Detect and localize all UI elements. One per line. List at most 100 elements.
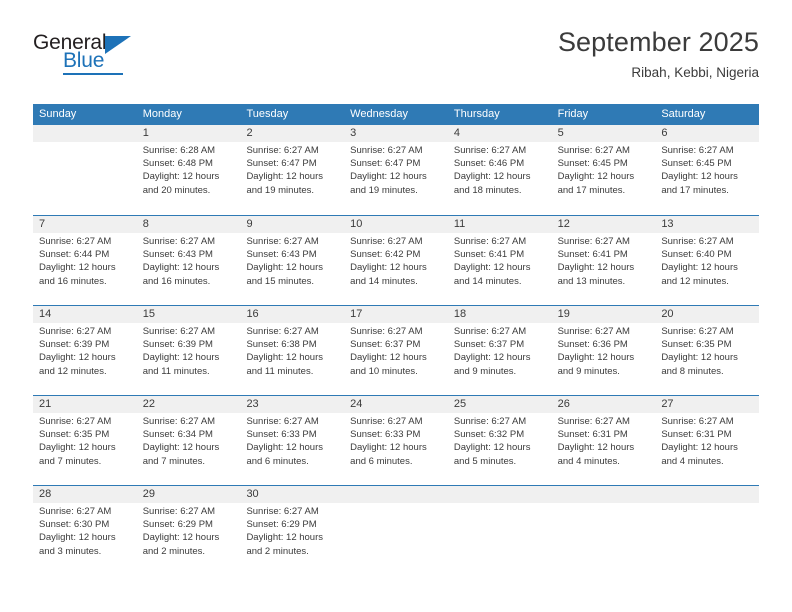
day-info-line: and 19 minutes. xyxy=(246,184,315,196)
day-info-line: Sunrise: 6:27 AM xyxy=(39,506,112,517)
day-number: 14 xyxy=(39,308,52,320)
day-info-line: Daylight: 12 hours xyxy=(39,262,116,274)
day-sun-info: Sunrise: 6:27 AM Sunset: 6:47 PM Daylight:… xyxy=(350,144,445,197)
day-info-line: Daylight: 12 hours xyxy=(142,262,220,274)
day-sun-info: Sunrise: 6:27 AM Sunset: 6:43 PM Daylight:… xyxy=(143,235,238,288)
day-info-line: Daylight: 12 hours xyxy=(246,171,324,183)
calendar-day-cell[interactable]: 30 Sunrise: 6:27 AM Sunset: 6:29 PM Dayligh… xyxy=(240,486,344,571)
weekday-header-sunday: Sunday xyxy=(39,108,77,120)
calendar-day-cell[interactable]: 22 Sunrise: 6:27 AM Sunset: 6:34 PM Dayligh… xyxy=(137,396,241,485)
day-info-line: and 20 minutes. xyxy=(142,184,211,196)
day-sun-info: Sunrise: 6:27 AM Sunset: 6:38 PM Daylight:… xyxy=(246,325,341,378)
day-info-line: Daylight: 12 hours xyxy=(142,442,220,454)
day-sun-info: Sunrise: 6:27 AM Sunset: 6:29 PM Daylight:… xyxy=(143,505,238,558)
day-info-line: Sunrise: 6:27 AM xyxy=(246,236,319,247)
day-number: 13 xyxy=(661,218,674,230)
calendar-day-cell-empty xyxy=(33,125,137,215)
day-info-line: Sunrise: 6:27 AM xyxy=(246,145,319,156)
calendar-day-cell[interactable]: 27 Sunrise: 6:27 AM Sunset: 6:31 PM Dayligh… xyxy=(655,396,759,485)
calendar-day-cell[interactable]: 18 Sunrise: 6:27 AM Sunset: 6:37 PM Dayligh… xyxy=(448,306,552,395)
day-info-line: Daylight: 12 hours xyxy=(39,352,116,364)
day-info-line: and 18 minutes. xyxy=(453,184,522,196)
day-info-line: Sunrise: 6:27 AM xyxy=(246,506,319,517)
day-sun-info: Sunrise: 6:27 AM Sunset: 6:35 PM Daylight:… xyxy=(661,325,756,378)
calendar-day-cell[interactable]: 1 Sunrise: 6:28 AM Sunset: 6:48 PM Daylight… xyxy=(137,125,241,215)
day-info-line: Daylight: 12 hours xyxy=(246,352,324,364)
day-info-line: Daylight: 12 hours xyxy=(557,352,635,364)
day-info-line: Sunset: 6:36 PM xyxy=(557,339,628,351)
calendar-day-cell[interactable]: 26 Sunrise: 6:27 AM Sunset: 6:31 PM Dayligh… xyxy=(552,396,656,485)
calendar-day-cell[interactable]: 21 Sunrise: 6:27 AM Sunset: 6:35 PM Dayligh… xyxy=(33,396,137,485)
day-info-line: and 7 minutes. xyxy=(142,455,206,467)
calendar-week-row: 7 Sunrise: 6:27 AM Sunset: 6:44 PM Daylight… xyxy=(33,215,759,305)
calendar-day-cell[interactable]: 29 Sunrise: 6:27 AM Sunset: 6:29 PM Dayligh… xyxy=(137,486,241,571)
day-info-line: Daylight: 12 hours xyxy=(350,262,427,274)
day-info-line: and 9 minutes. xyxy=(557,365,620,377)
day-sun-info: Sunrise: 6:27 AM Sunset: 6:40 PM Daylight:… xyxy=(661,235,756,288)
day-sun-info: Sunrise: 6:27 AM Sunset: 6:43 PM Daylight:… xyxy=(246,235,341,288)
day-number: 11 xyxy=(453,218,466,230)
day-info-line: Sunrise: 6:27 AM xyxy=(661,326,734,337)
day-info-line: Daylight: 12 hours xyxy=(39,442,116,454)
day-info-line: Sunset: 6:47 PM xyxy=(246,158,317,170)
day-info-line: Sunset: 6:29 PM xyxy=(142,519,213,531)
day-info-line: Sunrise: 6:27 AM xyxy=(350,326,423,337)
calendar-day-cell[interactable]: 4 Sunrise: 6:27 AM Sunset: 6:46 PM Daylight… xyxy=(448,125,552,215)
calendar-day-cell[interactable]: 5 Sunrise: 6:27 AM Sunset: 6:45 PM Daylight… xyxy=(552,125,656,215)
day-info-line: Sunset: 6:34 PM xyxy=(142,429,213,441)
calendar-day-cell-empty xyxy=(655,486,759,571)
day-number: 27 xyxy=(661,398,674,410)
day-info-line: Sunrise: 6:27 AM xyxy=(661,236,734,247)
day-info-line: Daylight: 12 hours xyxy=(142,532,220,544)
weekday-header-thursday: Thursday xyxy=(453,108,500,120)
day-info-line: and 11 minutes. xyxy=(246,365,314,377)
day-info-line: and 7 minutes. xyxy=(39,455,102,467)
day-info-line: Sunset: 6:41 PM xyxy=(557,249,628,261)
calendar-day-cell[interactable]: 24 Sunrise: 6:27 AM Sunset: 6:33 PM Dayligh… xyxy=(344,396,448,485)
calendar-day-cell[interactable]: 3 Sunrise: 6:27 AM Sunset: 6:47 PM Daylight… xyxy=(344,125,448,215)
calendar-day-cell[interactable]: 20 Sunrise: 6:27 AM Sunset: 6:35 PM Dayligh… xyxy=(655,306,759,395)
day-info-line: Sunset: 6:35 PM xyxy=(39,429,110,441)
logo-text-blue: Blue xyxy=(63,49,105,72)
day-number: 20 xyxy=(661,308,674,320)
calendar-week-row: 21 Sunrise: 6:27 AM Sunset: 6:35 PM Dayligh… xyxy=(33,395,759,485)
day-sun-info: Sunrise: 6:27 AM Sunset: 6:42 PM Daylight:… xyxy=(350,235,445,288)
day-sun-info: Sunrise: 6:27 AM Sunset: 6:39 PM Daylight:… xyxy=(39,325,134,378)
weekday-header-saturday: Saturday xyxy=(661,108,706,120)
calendar-day-cell[interactable]: 2 Sunrise: 6:27 AM Sunset: 6:47 PM Daylight… xyxy=(240,125,344,215)
calendar-day-cell[interactable]: 11 Sunrise: 6:27 AM Sunset: 6:41 PM Dayligh… xyxy=(448,216,552,305)
day-sun-info: Sunrise: 6:27 AM Sunset: 6:36 PM Daylight:… xyxy=(558,325,653,378)
day-info-line: Daylight: 12 hours xyxy=(661,171,738,183)
calendar-day-cell[interactable]: 10 Sunrise: 6:27 AM Sunset: 6:42 PM Dayligh… xyxy=(344,216,448,305)
calendar-day-cell[interactable]: 7 Sunrise: 6:27 AM Sunset: 6:44 PM Daylight… xyxy=(33,216,137,305)
calendar-day-cell[interactable]: 13 Sunrise: 6:27 AM Sunset: 6:40 PM Dayligh… xyxy=(655,216,759,305)
calendar-day-cell[interactable]: 14 Sunrise: 6:27 AM Sunset: 6:39 PM Dayligh… xyxy=(33,306,137,395)
day-sun-info: Sunrise: 6:27 AM Sunset: 6:34 PM Daylight:… xyxy=(143,415,238,468)
day-info-line: Sunset: 6:30 PM xyxy=(39,519,110,531)
day-info-line: and 4 minutes. xyxy=(557,455,620,467)
day-info-line: Sunrise: 6:27 AM xyxy=(142,416,216,427)
calendar-day-cell[interactable]: 8 Sunrise: 6:27 AM Sunset: 6:43 PM Daylight… xyxy=(137,216,241,305)
calendar-day-cell[interactable]: 28 Sunrise: 6:27 AM Sunset: 6:30 PM Dayligh… xyxy=(33,486,137,571)
calendar-day-cell[interactable]: 16 Sunrise: 6:27 AM Sunset: 6:38 PM Dayligh… xyxy=(240,306,344,395)
calendar-day-cell[interactable]: 12 Sunrise: 6:27 AM Sunset: 6:41 PM Dayligh… xyxy=(552,216,656,305)
day-info-line: Sunrise: 6:27 AM xyxy=(246,326,319,337)
day-info-line: and 16 minutes. xyxy=(39,275,107,287)
day-info-line: Sunset: 6:37 PM xyxy=(350,339,421,351)
calendar-day-cell[interactable]: 19 Sunrise: 6:27 AM Sunset: 6:36 PM Dayligh… xyxy=(552,306,656,395)
day-number: 22 xyxy=(142,398,155,410)
day-info-line: Sunrise: 6:27 AM xyxy=(557,416,630,427)
week-days: 14 Sunrise: 6:27 AM Sunset: 6:39 PM Dayligh… xyxy=(33,306,759,395)
calendar-day-cell[interactable]: 6 Sunrise: 6:27 AM Sunset: 6:45 PM Daylight… xyxy=(655,125,759,215)
calendar-day-cell[interactable]: 15 Sunrise: 6:27 AM Sunset: 6:39 PM Dayligh… xyxy=(137,306,241,395)
day-number: 16 xyxy=(246,308,259,320)
day-info-line: and 15 minutes. xyxy=(246,275,315,287)
day-sun-info: Sunrise: 6:27 AM Sunset: 6:30 PM Daylight:… xyxy=(39,505,134,558)
calendar-day-cell[interactable]: 25 Sunrise: 6:27 AM Sunset: 6:32 PM Dayligh… xyxy=(448,396,552,485)
calendar-day-cell[interactable]: 9 Sunrise: 6:27 AM Sunset: 6:43 PM Daylight… xyxy=(240,216,344,305)
day-number: 25 xyxy=(453,398,467,410)
calendar-day-cell[interactable]: 23 Sunrise: 6:27 AM Sunset: 6:33 PM Dayligh… xyxy=(240,396,344,485)
day-info-line: Sunrise: 6:27 AM xyxy=(453,416,527,427)
day-info-line: Sunset: 6:45 PM xyxy=(661,158,732,170)
calendar-day-cell[interactable]: 17 Sunrise: 6:27 AM Sunset: 6:37 PM Dayligh… xyxy=(344,306,448,395)
